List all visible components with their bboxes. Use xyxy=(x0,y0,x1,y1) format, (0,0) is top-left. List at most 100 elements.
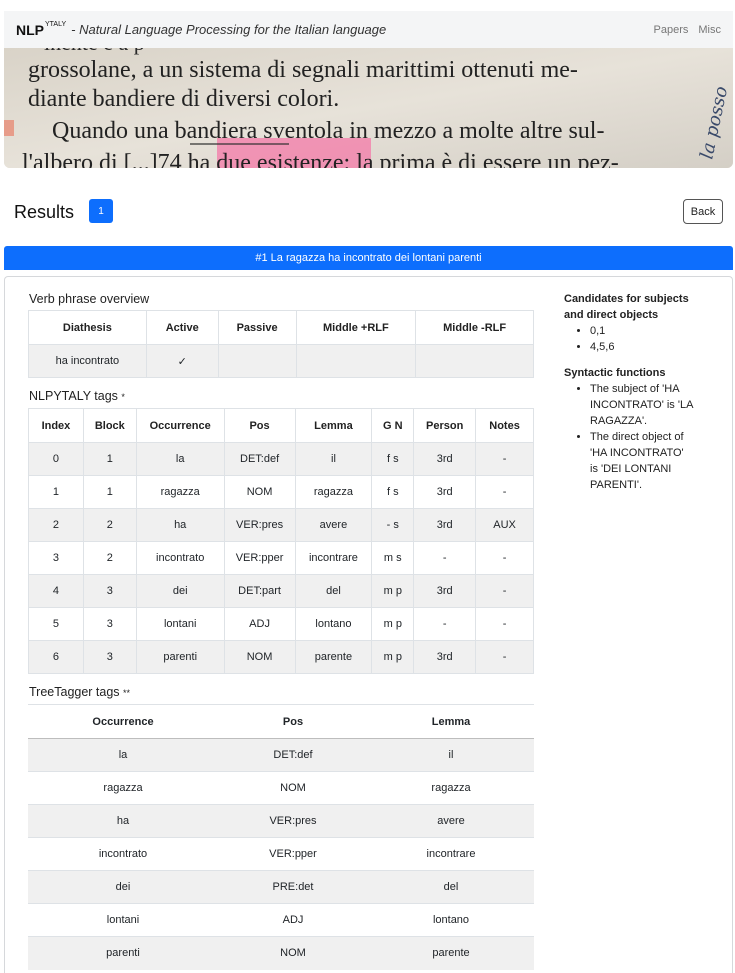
column-header: Lemma xyxy=(368,704,534,739)
back-button[interactable]: Back xyxy=(683,199,723,224)
navbar: NLP YTALY - Natural Language Processing f… xyxy=(4,11,733,48)
nav-link-papers[interactable]: Papers xyxy=(654,24,689,36)
table-cell: la xyxy=(28,738,218,772)
table-cell: VER:pper xyxy=(223,541,296,575)
table-cell: - s xyxy=(371,508,415,542)
table-cell: 3rd xyxy=(413,442,477,476)
treetagger-tags-table: Occurrence Pos Lemma la DET:def il ragazza N… xyxy=(28,704,534,970)
table-cell: NOM xyxy=(223,640,296,674)
table-cell: dei xyxy=(28,870,218,904)
table-row: 5 3 lontani ADJ lontano m p-- xyxy=(28,607,534,641)
table-row: incontrato VER:pper incontrare xyxy=(28,837,534,871)
result-sentence-header[interactable]: #1 La ragazza ha incontrato dei lontani … xyxy=(4,246,733,270)
table-cell: ADJ xyxy=(218,903,368,937)
table-cell: parente xyxy=(294,640,373,674)
table-row: 2 2 ha VER:pres avere - s 3rd AUX xyxy=(28,508,534,542)
table-cell: DET:part xyxy=(223,574,296,608)
table-cell: 3 xyxy=(82,574,137,608)
table-cell: 3rd xyxy=(413,640,477,674)
table-cell: il xyxy=(294,442,373,476)
table-cell: parente xyxy=(368,936,534,970)
nav-links: Papers Misc xyxy=(654,24,721,36)
table-cell: la xyxy=(135,442,225,476)
column-header: Person xyxy=(413,408,477,443)
table-cell xyxy=(217,344,297,378)
table-cell: ha xyxy=(135,508,225,542)
column-header: Diathesis xyxy=(28,310,147,345)
list-item: The direct object of 'HA INCONTRATO' is … xyxy=(590,429,694,493)
column-header: Middle -RLF xyxy=(415,310,534,345)
table-cell: ragazza xyxy=(368,771,534,805)
column-header: Notes xyxy=(475,408,534,443)
table-cell: 3 xyxy=(82,640,137,674)
table-row: ha incontrato ✓ xyxy=(28,344,534,378)
hero-line-3: Quando una bandiera sventola in mezzo a … xyxy=(52,118,604,144)
hero-line-2: diante bandiere di diversi colori. xyxy=(28,86,339,112)
table-row: ragazza NOM ragazza xyxy=(28,771,534,805)
svg-text:inente e a p: inente e a p xyxy=(44,48,145,55)
column-header: G N xyxy=(371,408,415,443)
verb-phrase-table: Diathesis Active Passive Middle +RLF Mid… xyxy=(28,310,534,378)
table-cell: VER:pres xyxy=(223,508,296,542)
table-cell: 3 xyxy=(28,541,84,575)
table-cell xyxy=(295,344,417,378)
table-cell: lontano xyxy=(368,903,534,937)
table-cell: - xyxy=(475,574,534,608)
table-cell: incontrare xyxy=(368,837,534,871)
candidates-title: Candidates for subjects and direct objec… xyxy=(564,293,689,321)
table-row: parenti NOM parente xyxy=(28,936,534,970)
table-row: la DET:def il xyxy=(28,738,534,772)
hero-banner-image: inente e a p grossolane, a un sistema di… xyxy=(4,48,733,168)
table-cell: PRE:det xyxy=(218,870,368,904)
syntactic-functions-panel: Syntactic functions The subject of 'HA I… xyxy=(564,365,694,493)
tagline: - Natural Language Processing for the It… xyxy=(71,22,387,37)
result-card-body: Verb phrase overview Diathesis Active Pa… xyxy=(4,276,733,973)
table-cell: parenti xyxy=(135,640,225,674)
column-header: Index xyxy=(28,408,84,443)
list-item: 0,1 xyxy=(590,323,694,339)
table-cell: del xyxy=(294,574,373,608)
table-cell: f s xyxy=(371,475,415,509)
table-cell: - xyxy=(475,442,534,476)
table-cell: lontani xyxy=(28,903,218,937)
table-cell: avere xyxy=(368,804,534,838)
table-cell: 3rd xyxy=(413,475,477,509)
table-cell: 0 xyxy=(28,442,84,476)
table-cell: il xyxy=(368,738,534,772)
table-cell: 2 xyxy=(82,541,137,575)
table-cell: 6 xyxy=(28,640,84,674)
brand-logo[interactable]: NLP YTALY xyxy=(16,20,67,38)
table-cell: - xyxy=(475,475,534,509)
footnote-marker: ** xyxy=(123,688,131,698)
nlpytaly-tags-table: Index Block Occurrence Pos Lemma G N Per… xyxy=(28,408,534,674)
table-row: 6 3 parenti NOM parente m p 3rd - xyxy=(28,640,534,674)
table-cell: VER:pres xyxy=(218,804,368,838)
hero-line-4: l'albero di [...]74 ha due esistenze: la… xyxy=(22,150,619,168)
table-cell: - xyxy=(413,607,477,641)
table-cell: - xyxy=(475,640,534,674)
table-cell: ADJ xyxy=(223,607,296,641)
check-icon: ✓ xyxy=(145,344,219,378)
table-cell: parenti xyxy=(28,936,218,970)
table-cell: 1 xyxy=(82,442,137,476)
table-cell: - xyxy=(475,541,534,575)
table-cell: 2 xyxy=(82,508,137,542)
hero-line-1: grossolane, a un sistema di segnali mari… xyxy=(28,57,578,83)
syntactic-functions-list: The subject of 'HA INCONTRATO' is 'LA RA… xyxy=(564,381,694,493)
brand-superscript: YTALY xyxy=(45,20,67,28)
candidates-panel: Candidates for subjects and direct objec… xyxy=(564,291,694,355)
table-cell: lontano xyxy=(294,607,373,641)
nav-link-misc[interactable]: Misc xyxy=(698,24,721,36)
syntactic-functions-title: Syntactic functions xyxy=(564,367,666,379)
column-header: Block xyxy=(82,408,137,443)
table-cell: NOM xyxy=(223,475,296,509)
table-cell: f s xyxy=(371,442,415,476)
table-cell: incontrato xyxy=(135,541,225,575)
table-cell: lontani xyxy=(135,607,225,641)
column-header: Pos xyxy=(223,408,296,443)
table-cell: - xyxy=(413,541,477,575)
table-cell: VER:pper xyxy=(218,837,368,871)
table-cell xyxy=(415,344,534,378)
treetagger-tags-title: TreeTagger tags ** xyxy=(29,685,130,699)
table-cell: ha incontrato xyxy=(28,344,147,378)
